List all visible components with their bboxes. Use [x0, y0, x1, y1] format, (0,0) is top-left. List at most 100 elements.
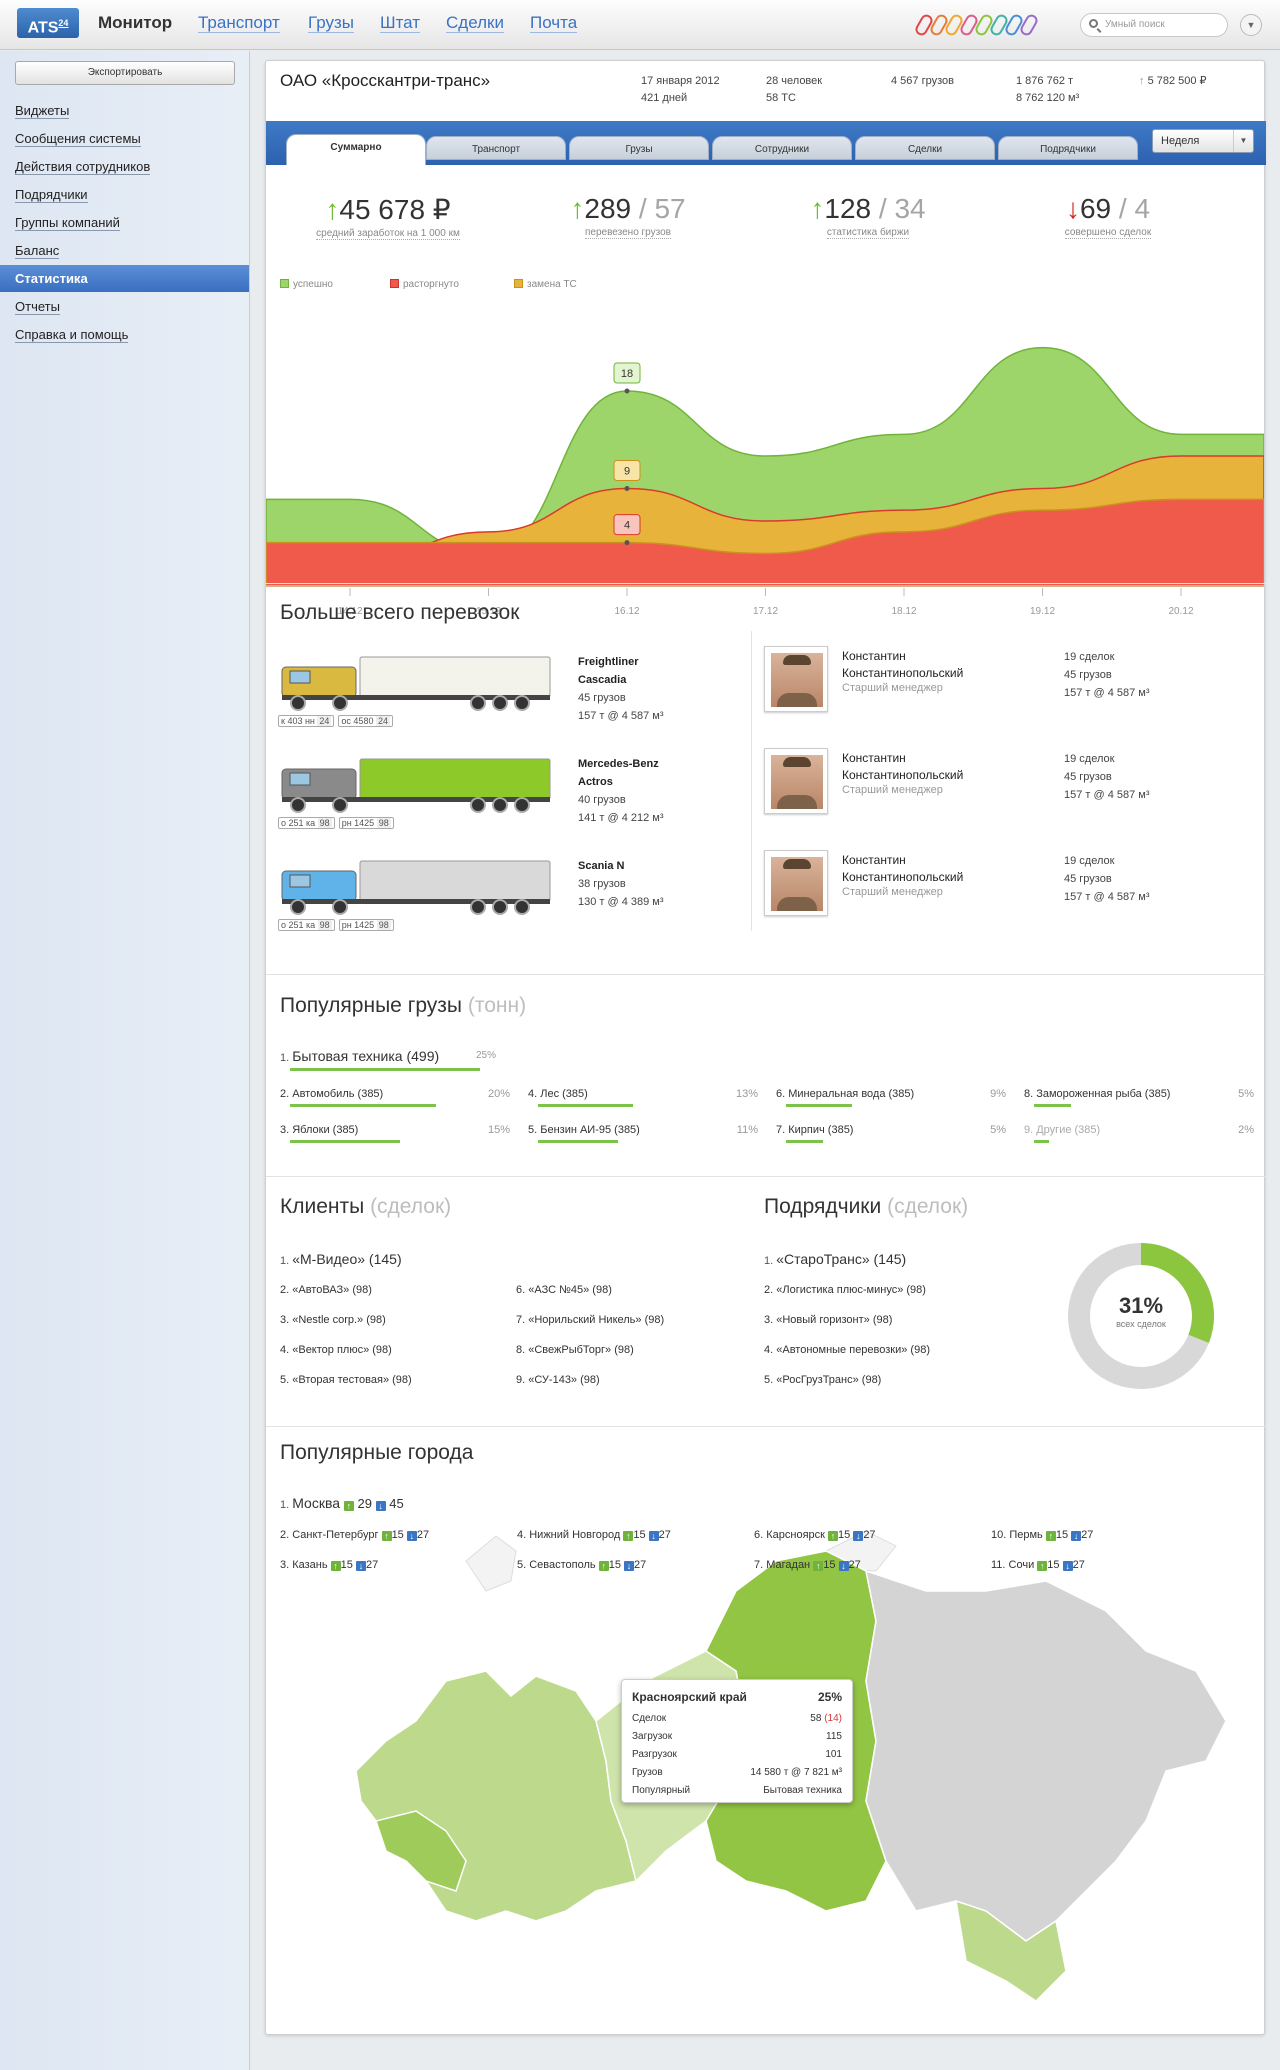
cargo-item[interactable]: 5. Бензин АИ-95 (385) 11% [528, 1124, 758, 1143]
divider [266, 974, 1266, 975]
cargo-item[interactable]: 6. Минеральная вода (385) 9% [776, 1088, 1006, 1107]
header-staff-block: 28 человек 58 ТС [766, 75, 823, 104]
truck-name[interactable]: Freightliner Cascadia [578, 653, 678, 689]
map-region-west[interactable] [355, 1670, 637, 1922]
sidebar-item-contractors[interactable]: Подрядчики [0, 181, 249, 208]
rank: 1. [280, 1052, 293, 1064]
section-title-cargo: Популярные грузы (тонн) [280, 994, 527, 1017]
section-title-cities: Популярные города [280, 1441, 474, 1464]
sidebar-item-help[interactable]: Справка и помощь [0, 321, 249, 348]
legend-cancelled[interactable]: расторгнуто [390, 279, 459, 290]
tab-summary[interactable]: Суммарно [286, 134, 426, 165]
employee-first-name[interactable]: Константин [842, 852, 963, 869]
employee-last-name[interactable]: Константинопольский [842, 665, 963, 682]
contractor-item[interactable]: 3. «Новый горизонт» (98) [764, 1314, 892, 1326]
cargo-item[interactable]: 9. Другие (385) 2% [1024, 1124, 1254, 1143]
rank: 6. [776, 1088, 789, 1100]
truck-item[interactable]: к 403 нн 24 ос 4580 24 Freightliner Cascad… [278, 651, 678, 741]
cargo-label: Другие (385) [1036, 1124, 1101, 1136]
arrow-up-icon: ↑ [325, 194, 340, 225]
nav-cargo[interactable]: Грузы [308, 13, 355, 33]
truck-item[interactable]: о 251 ка 98 рн 1425 98 Scania N 38 грузов 13… [278, 855, 678, 945]
tooltip-row: Загрузок 115 [632, 1731, 842, 1742]
employee-first-name[interactable]: Константин [842, 648, 963, 665]
sidebar-item-statistics[interactable]: Статистика [0, 265, 249, 292]
city-item[interactable]: 7. Магадан ↑ 15 ↓ 27 [754, 1559, 861, 1571]
sidebar-item-reports[interactable]: Отчеты [0, 293, 249, 320]
tab-deals[interactable]: Сделки [855, 136, 995, 160]
employee-deals: 19 сделок [1064, 753, 1115, 765]
client-item[interactable]: 2. «АвтоВАЗ» (98) [280, 1284, 372, 1296]
client-item[interactable]: 3. «Nestle corp.» (98) [280, 1314, 386, 1326]
legend-replacement[interactable]: замена ТС [514, 279, 577, 290]
contractor-item[interactable]: 5. «РосГрузТранс» (98) [764, 1374, 881, 1386]
employee-first-name[interactable]: Константин [842, 750, 963, 767]
truck-stats: 157 т @ 4 587 м³ [578, 710, 664, 722]
city-item[interactable]: 4. Нижний Новгород ↑ 15 ↓ 27 [517, 1529, 671, 1541]
area-chart[interactable]: 14.12 15.12 16.12 17.12 18.12 19.12 20.121894 [266, 301, 1264, 631]
top-bar: ATS24 Монитор Транспорт Грузы Штат Сделк… [0, 0, 1280, 50]
contractor-item[interactable]: 4. «Автономные перевозки» (98) [764, 1344, 930, 1356]
truck-name[interactable]: Scania N [578, 857, 664, 875]
map-region-east[interactable] [865, 1569, 1227, 1942]
stat-transported: ↑289 / 57 перевезено грузов [570, 193, 686, 239]
sidebar-item-actions[interactable]: Действия сотрудников [0, 153, 249, 180]
nav-deals[interactable]: Сделки [446, 13, 504, 33]
nav-transport[interactable]: Транспорт [198, 13, 280, 33]
arrow-down-icon: ↓ [1071, 1531, 1082, 1541]
nav-mail[interactable]: Почта [530, 13, 578, 33]
client-item[interactable]: 4. «Вектор плюс» (98) [280, 1344, 392, 1356]
client-item[interactable]: 8. «СвежРыбТорг» (98) [516, 1344, 634, 1356]
user-menu-chevron-icon[interactable]: ▼ [1240, 14, 1262, 36]
client-item[interactable]: 6. «АЗС №45» (98) [516, 1284, 612, 1296]
contractor-item-top[interactable]: 1. «СтароТранс» (145) [764, 1251, 906, 1267]
employee-item[interactable]: Константин Константинопольский Старший мен… [764, 748, 1254, 838]
cargo-item-top[interactable]: 1. Бытовая техника (499) 25% [280, 1048, 500, 1071]
tooltip-pct: 25% [817, 1690, 842, 1704]
city-item[interactable]: 11. Сочи ↑ 15 ↓ 27 [991, 1559, 1085, 1571]
client-item-top[interactable]: 1. «М-Видео» (145) [280, 1251, 402, 1267]
city-item[interactable]: 2. Санкт-Петербург ↑ 15 ↓ 27 [280, 1529, 429, 1541]
cargo-item[interactable]: 7. Кирпич (385) 5% [776, 1124, 1006, 1143]
employee-info: Константин Константинопольский Старший мен… [842, 648, 963, 694]
client-item[interactable]: 9. «СУ-143» (98) [516, 1374, 600, 1386]
logo[interactable]: ATS24 [17, 8, 79, 38]
city-item[interactable]: 10. Пермь ↑ 15 ↓ 27 [991, 1529, 1093, 1541]
cargo-item[interactable]: 8. Замороженная рыба (385) 5% [1024, 1088, 1254, 1107]
sidebar-item-messages[interactable]: Сообщения системы [0, 125, 249, 152]
city-item-top[interactable]: 1. Москва ↑ 29 ↓ 45 [280, 1495, 404, 1511]
contractor-item[interactable]: 2. «Логистика плюс-минус» (98) [764, 1284, 926, 1296]
truck-name[interactable]: Mercedes-Benz Actros [578, 755, 678, 791]
city-item[interactable]: 5. Севастополь ↑ 15 ↓ 27 [517, 1559, 646, 1571]
employee-last-name[interactable]: Константинопольский [842, 869, 963, 886]
truck-image [281, 656, 551, 711]
divider [266, 1426, 1266, 1427]
tab-transport[interactable]: Транспорт [426, 136, 566, 160]
cargo-label: Минеральная вода (385) [788, 1088, 915, 1100]
sidebar-item-balance[interactable]: Баланс [0, 237, 249, 264]
city-item[interactable]: 3. Казань ↑ 15 ↓ 27 [280, 1559, 378, 1571]
tab-cargo[interactable]: Грузы [569, 136, 709, 160]
cargo-bar [290, 1068, 480, 1071]
cargo-item[interactable]: 3. Яблоки (385) 15% [280, 1124, 510, 1143]
tab-employees[interactable]: Сотрудники [712, 136, 852, 160]
cargo-item[interactable]: 2. Автомобиль (385) 20% [280, 1088, 510, 1107]
client-item[interactable]: 5. «Вторая тестовая» (98) [280, 1374, 412, 1386]
export-button[interactable]: Экспортировать [15, 61, 235, 85]
sidebar-item-widgets[interactable]: Виджеты [0, 97, 249, 124]
sidebar-item-company-groups[interactable]: Группы компаний [0, 209, 249, 236]
color-tags[interactable] [913, 12, 1040, 38]
tab-contractors[interactable]: Подрядчики [998, 136, 1138, 160]
cargo-item[interactable]: 4. Лес (385) 13% [528, 1088, 758, 1107]
employee-item[interactable]: Константин Константинопольский Старший мен… [764, 850, 1254, 940]
search-input[interactable]: Умный поиск [1080, 13, 1228, 37]
city-item[interactable]: 6. Карсноярск ↑ 15 ↓ 27 [754, 1529, 876, 1541]
employee-last-name[interactable]: Константинопольский [842, 767, 963, 784]
employee-item[interactable]: Константин Константинопольский Старший мен… [764, 646, 1254, 736]
truck-item[interactable]: о 251 ка 98 рн 1425 98 Mercedes-Benz Actro… [278, 753, 678, 843]
period-select[interactable]: Неделя ▼ [1152, 129, 1254, 153]
nav-staff[interactable]: Штат [380, 13, 421, 33]
legend-success[interactable]: успешно [280, 279, 333, 290]
search-placeholder: Умный поиск [1105, 19, 1165, 30]
client-item[interactable]: 7. «Норильский Никель» (98) [516, 1314, 664, 1326]
